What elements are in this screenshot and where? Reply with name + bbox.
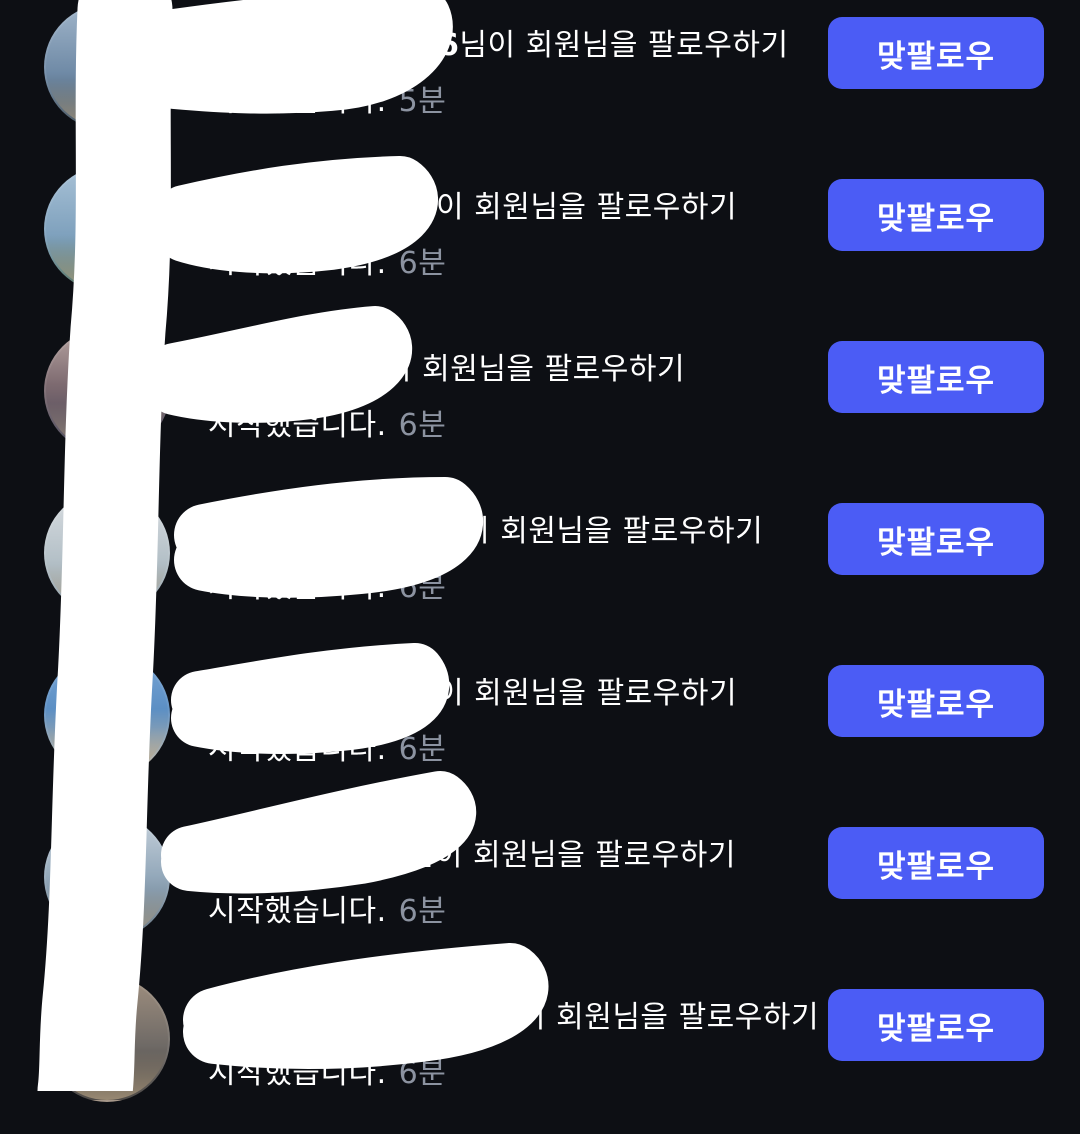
timestamp: 5분 [398, 84, 447, 119]
username[interactable]: 10 [364, 828, 407, 884]
notification-row: 이 회원님을 팔로우하기 시작했습니다. 6분 맞팔로우 [0, 324, 1080, 486]
notification-message: 님이 회원님을 팔로우하기 [406, 838, 736, 873]
timestamp: 6분 [398, 1056, 447, 1091]
follow-back-button[interactable]: 맞팔로우 [828, 179, 1044, 251]
avatar[interactable] [44, 976, 170, 1102]
notification-text: 10님이 회원님을 팔로우하기 시작했습니다. 6분 [208, 828, 808, 940]
notification-row: 10님이 회원님을 팔로우하기 시작했습니다. 6분 맞팔로우 [0, 810, 1080, 972]
follow-back-button[interactable]: 맞팔로우 [828, 503, 1044, 575]
timestamp: 6분 [398, 894, 447, 929]
notification-message-continued: 시작했습니다. [208, 894, 387, 929]
notification-message-continued: 시작했습니다. [208, 408, 387, 443]
avatar[interactable] [44, 4, 170, 130]
notification-message: 이 회원님을 팔로우하기 [384, 352, 686, 387]
timestamp: 6분 [398, 570, 447, 605]
avatar[interactable] [44, 652, 170, 778]
notification-message: 님이 회원님을 팔로우하기 [459, 28, 789, 63]
avatar[interactable] [44, 490, 170, 616]
username[interactable]: 6 [438, 18, 459, 74]
notification-row: 이 회원님을 팔로우하기 시작했습니다. 6분 맞팔로우 [0, 162, 1080, 324]
notification-message: 이 회원님을 팔로우하기 [436, 676, 738, 711]
avatar[interactable] [44, 166, 170, 292]
notification-text: 님이 회원님을 팔로우하기 시작했습니다. 6분 [208, 504, 808, 616]
notification-row: 이 회원님을 팔로우하기 시작했습니다. 6분 맞팔로우 [0, 648, 1080, 810]
notification-list: 6님이 회원님을 팔로우하기 시작했습니다. 5분 맞팔로우 이 회원님을 팔로우… [0, 0, 1080, 1102]
follow-back-button[interactable]: 맞팔로우 [828, 827, 1044, 899]
notification-text: 6님이 회원님을 팔로우하기 시작했습니다. 5분 [208, 18, 808, 130]
timestamp: 6분 [398, 246, 447, 281]
notification-text: 이 회원님을 팔로우하기 시작했습니다. 6분 [208, 990, 819, 1102]
notification-message-continued: 시작했습니다. [208, 732, 387, 767]
timestamp: 6분 [398, 408, 447, 443]
avatar[interactable] [44, 328, 170, 454]
notification-message: 이 회원님을 팔로우하기 [436, 190, 738, 225]
notification-message-continued: 시작했습니다. [208, 570, 387, 605]
notification-row: 이 회원님을 팔로우하기 시작했습니다. 6분 맞팔로우 [0, 972, 1080, 1134]
notification-row: 6님이 회원님을 팔로우하기 시작했습니다. 5분 맞팔로우 [0, 0, 1080, 162]
timestamp: 6분 [398, 732, 447, 767]
notification-text: 이 회원님을 팔로우하기 시작했습니다. 6분 [208, 342, 808, 454]
notification-message: 이 회원님을 팔로우하기 [518, 1000, 820, 1035]
notification-text: 이 회원님을 팔로우하기 시작했습니다. 6분 [208, 180, 808, 292]
follow-back-button[interactable]: 맞팔로우 [828, 17, 1044, 89]
notification-message-continued: 시작했습니다. [208, 1056, 387, 1091]
notification-text: 이 회원님을 팔로우하기 시작했습니다. 6분 [208, 666, 808, 778]
avatar[interactable] [44, 814, 170, 940]
follow-back-button[interactable]: 맞팔로우 [828, 341, 1044, 413]
follow-back-button[interactable]: 맞팔로우 [828, 665, 1044, 737]
notification-message-continued: 시작했습니다. [208, 84, 387, 119]
notification-message: 님이 회원님을 팔로우하기 [434, 514, 764, 549]
notification-message-continued: 시작했습니다. [208, 246, 387, 281]
follow-back-button[interactable]: 맞팔로우 [828, 989, 1044, 1061]
notification-row: 님이 회원님을 팔로우하기 시작했습니다. 6분 맞팔로우 [0, 486, 1080, 648]
